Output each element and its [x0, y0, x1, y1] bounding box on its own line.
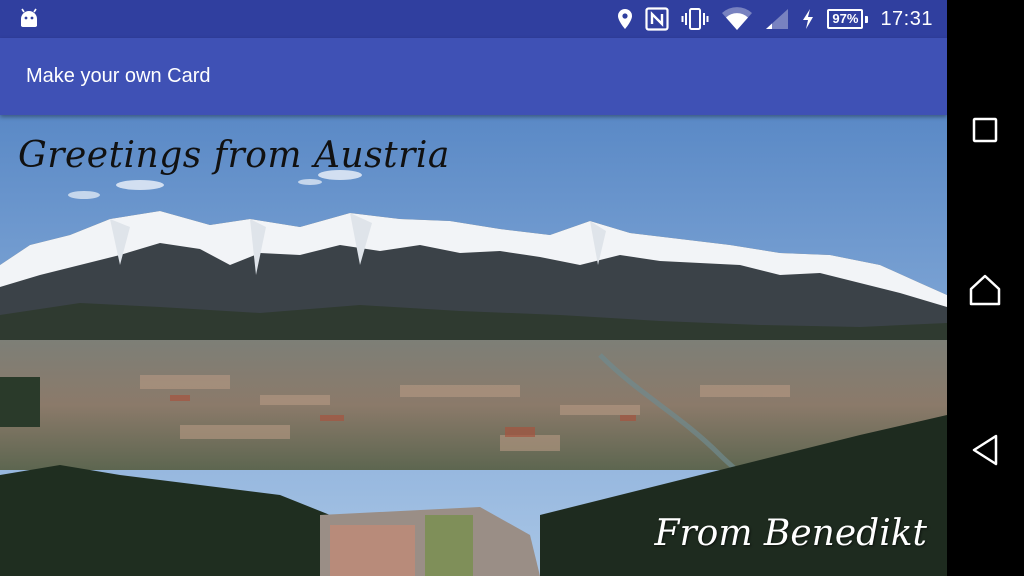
stadium-field	[425, 515, 473, 576]
home-button[interactable]	[963, 268, 1007, 312]
status-clock: 17:31	[880, 7, 933, 30]
cloud	[298, 179, 322, 185]
status-bar: 97% 17:31	[0, 0, 947, 38]
vibrate-icon	[681, 8, 709, 30]
signal-icon	[765, 8, 789, 30]
device-screen: 97% 17:31 Make your own Card Greetings f…	[0, 0, 947, 576]
hillside-trees	[0, 377, 40, 427]
greeting-card: Greetings from Austria From Benedikt	[0, 115, 947, 576]
cloud	[116, 180, 164, 190]
android-icon	[18, 7, 40, 34]
stadium-seats	[330, 525, 415, 576]
navigation-bar	[947, 0, 1024, 576]
nfc-icon	[645, 7, 670, 31]
app-title: Make your own Card	[26, 65, 211, 87]
charging-icon	[801, 8, 815, 30]
home-icon	[969, 274, 1001, 306]
back-triangle-icon	[972, 434, 998, 466]
recents-button[interactable]	[963, 108, 1007, 152]
back-button[interactable]	[963, 428, 1007, 472]
cloud	[68, 191, 100, 199]
battery-percent: 97%	[827, 9, 864, 29]
app-bar: Make your own Card	[0, 38, 947, 115]
wifi-icon	[721, 7, 753, 31]
signature-text: From Benedikt	[654, 513, 927, 554]
square-icon	[972, 117, 998, 143]
battery-tip	[865, 15, 869, 23]
location-icon	[617, 8, 633, 30]
greeting-text: Greetings from Austria	[18, 135, 450, 176]
status-icons: 97% 17:31	[617, 0, 933, 38]
card-photo	[0, 115, 947, 576]
battery-indicator: 97%	[827, 9, 869, 29]
